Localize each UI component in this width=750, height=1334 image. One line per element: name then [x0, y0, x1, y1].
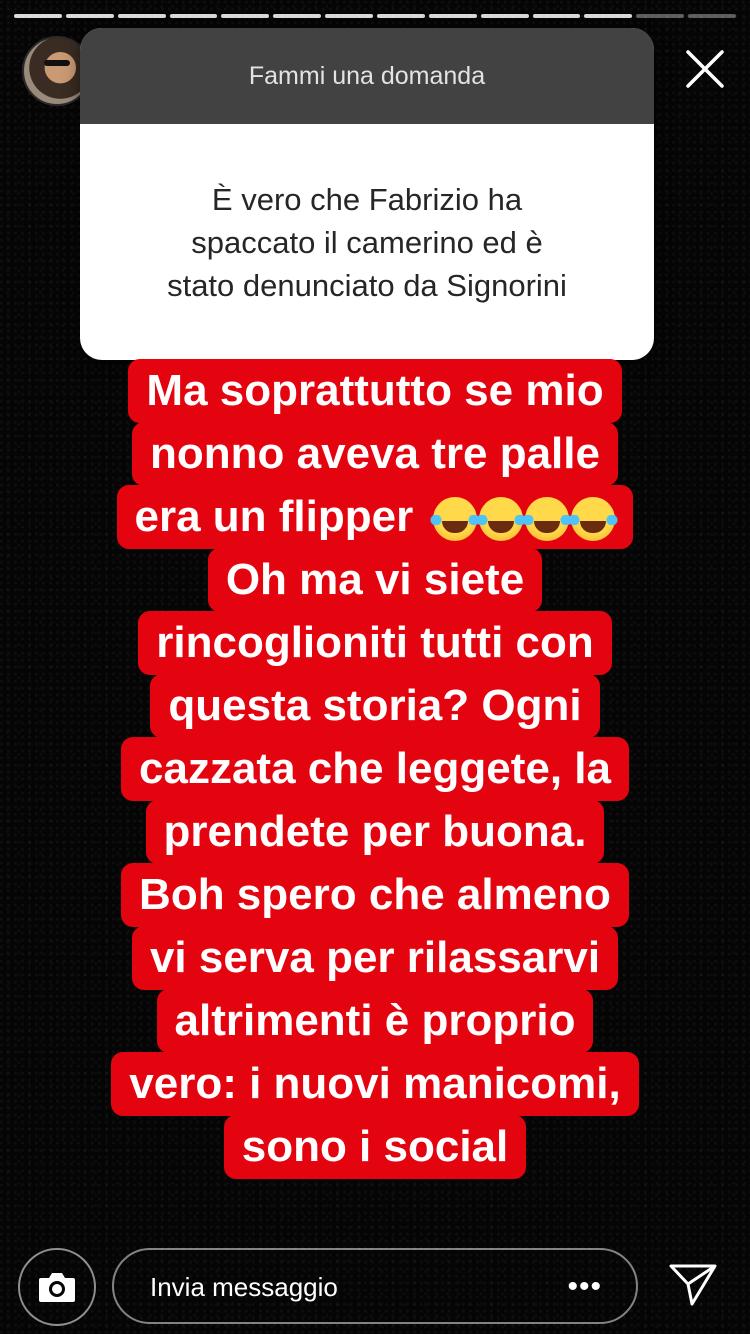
question-sticker-header: Fammi una domanda: [80, 28, 654, 124]
face-with-tears-of-joy-icon: [430, 497, 481, 542]
progress-segment: [688, 14, 737, 18]
send-icon[interactable]: [668, 1262, 718, 1308]
question-line: spaccato il camerino ed è: [191, 225, 543, 260]
story-progress-bar: [14, 14, 737, 19]
answer-line: prendete per buona.: [145, 800, 605, 864]
answer-line: sono i social: [223, 1115, 527, 1179]
answer-line: Boh spero che almeno: [121, 863, 629, 927]
answer-line: vi serva per rilassarvi: [131, 926, 619, 990]
answer-line: vero: i nuovi manicomi,: [111, 1052, 639, 1116]
answer-line-text: era un flipper: [134, 492, 414, 541]
answer-line: cazzata che leggete, la: [121, 737, 629, 801]
progress-segment: [325, 14, 374, 18]
answer-line: rincoglioniti tutti con: [138, 611, 612, 675]
message-input[interactable]: Invia messaggio •••: [112, 1248, 638, 1324]
answer-line: questa storia? Ogni: [150, 674, 600, 738]
message-placeholder: Invia messaggio: [150, 1272, 338, 1302]
progress-segment: [117, 14, 166, 18]
more-options-icon[interactable]: •••: [567, 1270, 602, 1304]
progress-segment: [428, 14, 477, 18]
progress-segment: [584, 14, 633, 18]
question-line: stato denunciato da Signorini: [167, 268, 567, 303]
answer-line: Ma soprattutto se mio: [128, 359, 622, 423]
progress-segment: [221, 14, 270, 18]
question-line: È vero che Fabrizio ha: [211, 182, 523, 217]
answer-line: era un flipper: [116, 485, 634, 549]
face-with-tears-of-joy-icon: [522, 497, 573, 542]
progress-segment: [14, 14, 62, 18]
progress-segment: [65, 14, 114, 18]
progress-segment: [480, 14, 529, 18]
progress-segment: [273, 14, 322, 18]
progress-segment: [532, 14, 581, 18]
progress-segment: [377, 14, 425, 18]
close-icon[interactable]: [682, 46, 728, 92]
camera-icon: [39, 1273, 75, 1302]
emoji-group: [430, 497, 619, 542]
face-with-tears-of-joy-icon: [476, 497, 527, 542]
camera-button[interactable]: [18, 1248, 96, 1326]
face-with-tears-of-joy-icon: [568, 497, 619, 542]
story-footer: Invia messaggio •••: [0, 1222, 750, 1334]
answer-line: altrimenti è proprio: [156, 989, 594, 1053]
progress-segment: [636, 14, 685, 18]
question-sticker: Fammi una domanda È vero che Fabrizio ha…: [80, 28, 654, 360]
answer-line: Oh ma vi siete: [207, 548, 543, 612]
question-text: È vero che Fabrizio ha spaccato il camer…: [80, 124, 654, 307]
progress-segment: [169, 14, 218, 18]
answer-line: nonno aveva tre palle: [132, 422, 618, 486]
answer-text-block: Ma soprattutto se mio nonno aveva tre pa…: [0, 359, 750, 1179]
